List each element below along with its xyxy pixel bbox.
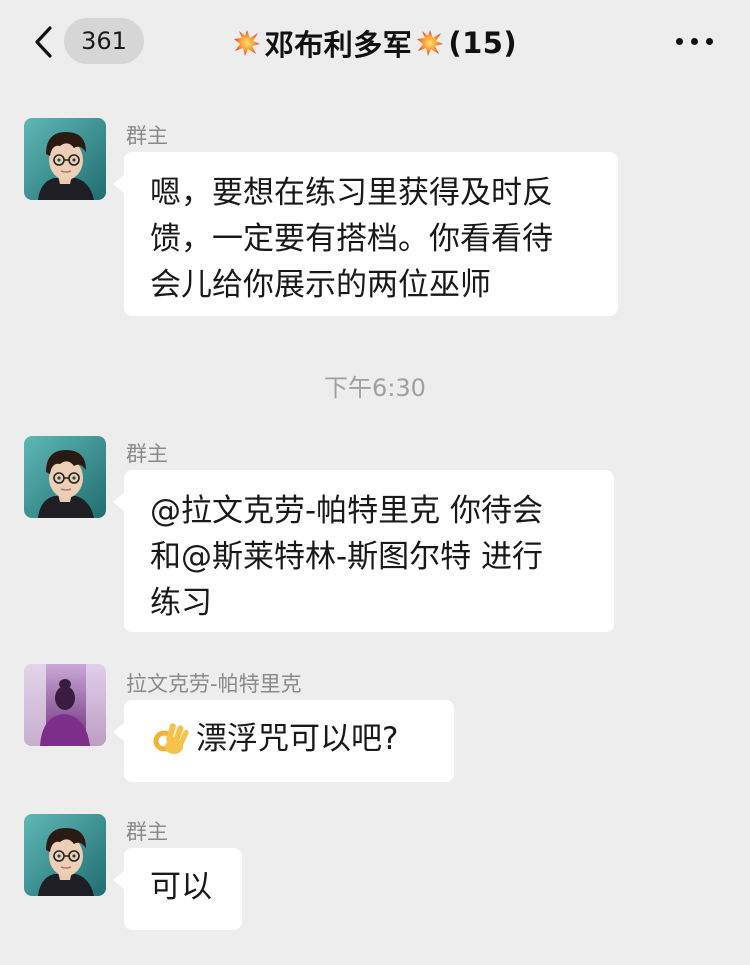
avatar[interactable] xyxy=(24,814,106,896)
message-line: 和@斯莱特林-斯图尔特 进行 xyxy=(150,539,544,575)
message-bubble[interactable]: @拉文克劳-帕特里克 你待会 和@斯莱特林-斯图尔特 进行 练习 xyxy=(113,470,614,632)
message-line: @拉文克劳-帕特里克 你待会 xyxy=(150,493,544,529)
sender-name: 群主 xyxy=(126,124,168,148)
avatar[interactable] xyxy=(24,118,106,200)
chat-title-name: 邓布利多军 xyxy=(264,28,413,62)
message-bubble[interactable]: 漂浮咒可以吧? xyxy=(113,700,454,782)
message-line: 会儿给你展示的两位巫师 xyxy=(150,267,491,303)
collision-emoji-icon xyxy=(233,30,260,56)
harry-avatar-icon xyxy=(24,814,106,896)
timestamp: 下午6:30 xyxy=(324,374,426,402)
message-text: 可以 xyxy=(150,869,212,905)
harry-avatar-icon xyxy=(24,436,106,518)
chat-title: 邓布利多军 (15) xyxy=(0,22,750,64)
purple-figure-avatar-icon xyxy=(24,664,106,746)
chat-header: 361 邓布利多军 (15) xyxy=(0,0,750,86)
more-dots-icon[interactable] xyxy=(674,32,714,50)
message-bubble[interactable]: 可以 xyxy=(113,848,242,930)
harry-avatar-icon xyxy=(24,118,106,200)
ok-hand-emoji-icon xyxy=(153,723,189,754)
sender-name: 拉文克劳-帕特里克 xyxy=(126,672,302,696)
collision-emoji-icon xyxy=(417,30,444,56)
member-count: (15) xyxy=(448,26,518,60)
avatar[interactable] xyxy=(24,664,106,746)
message-text: 漂浮咒可以吧? xyxy=(196,721,399,757)
message-line: 练习 xyxy=(150,585,212,621)
avatar[interactable] xyxy=(24,436,106,518)
message-bubble[interactable]: 嗯，要想在练习里获得及时反 馈，一定要有搭档。你看看待 会儿给你展示的两位巫师 xyxy=(113,152,618,316)
message-line: 馈，一定要有搭档。你看看待 xyxy=(150,221,553,257)
sender-name: 群主 xyxy=(126,442,168,466)
message-line: 嗯，要想在练习里获得及时反 xyxy=(150,175,553,211)
sender-name: 群主 xyxy=(126,820,168,844)
